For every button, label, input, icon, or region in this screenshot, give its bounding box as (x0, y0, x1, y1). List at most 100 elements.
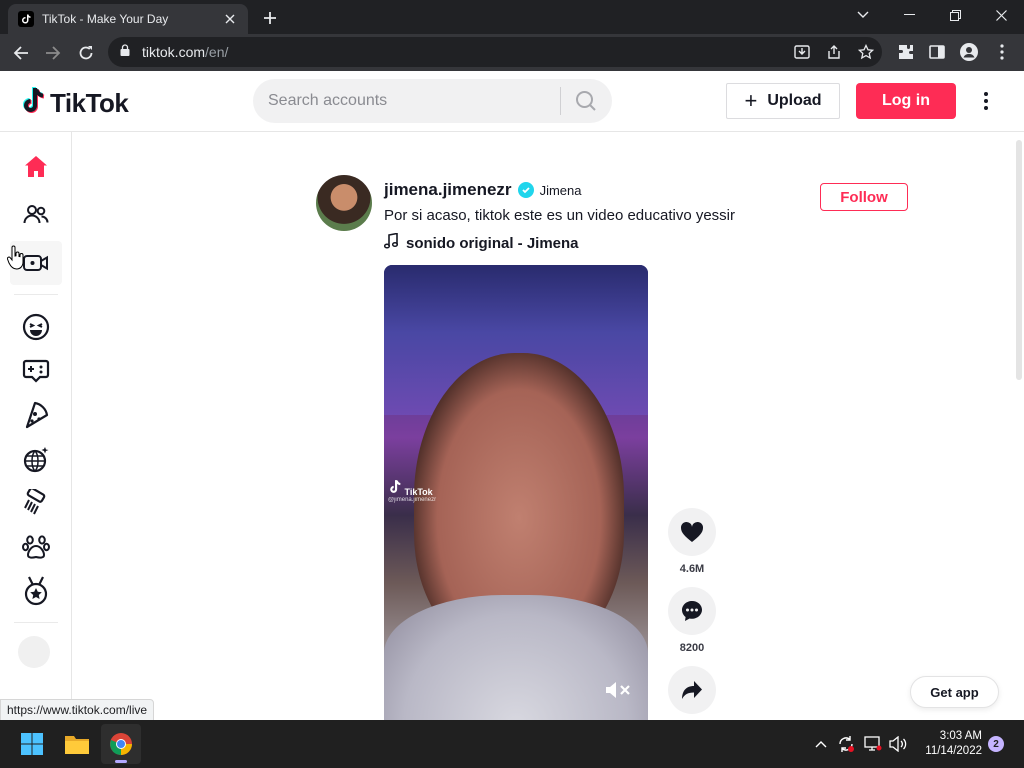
notification-badge[interactable]: 2 (988, 736, 1004, 752)
more-options-icon[interactable] (976, 89, 996, 113)
address-bar[interactable]: tiktok.com/en/ (108, 37, 882, 67)
verified-badge-icon (517, 182, 534, 198)
share-arrow-icon (682, 681, 702, 699)
share-button[interactable] (668, 666, 716, 714)
browser-title-bar: TikTok - Make Your Day (0, 0, 1024, 34)
link-status-bar: https://www.tiktok.com/live (0, 699, 155, 721)
plus-icon: + (744, 88, 758, 113)
sidebar-divider (14, 294, 58, 295)
chrome-logo-icon (110, 733, 132, 755)
watermark-handle: @jimena.jimenezr (388, 497, 437, 503)
live-icon (23, 255, 48, 271)
sidebar-placeholder-avatar (18, 636, 50, 668)
chrome-taskbar-button[interactable] (101, 724, 141, 764)
share-icon[interactable] (824, 42, 844, 62)
page-scrollbar[interactable] (1016, 140, 1022, 380)
sidebar-item-gaming[interactable] (10, 349, 62, 393)
search-input[interactable] (268, 92, 558, 110)
sidebar-item-animals[interactable] (10, 525, 62, 569)
url-text: tiktok.com/en/ (142, 44, 229, 60)
search-bar (253, 79, 612, 123)
close-window-button[interactable] (978, 0, 1024, 30)
sidebar-item-following[interactable] (10, 193, 62, 237)
network-icon[interactable] (863, 734, 883, 754)
muted-volume-icon[interactable] (604, 680, 632, 700)
comment-icon (682, 601, 702, 621)
music-title: sonido original - Jimena (406, 234, 579, 252)
music-note-icon (383, 232, 399, 253)
author-username[interactable]: jimena.jimenezr (384, 180, 512, 200)
mouse-cursor-hand-icon (7, 245, 24, 270)
back-icon[interactable] (8, 40, 34, 66)
chrome-menu-icon[interactable] (992, 42, 1012, 62)
post-caption: Por si acaso, tiktok este es un video ed… (384, 207, 736, 224)
tiktok-logo-icon (20, 86, 46, 121)
video-player[interactable]: TikTok @jimena.jimenezr (384, 265, 648, 720)
tiktok-favicon-icon (18, 11, 34, 27)
sidebar-item-beauty[interactable] (10, 481, 62, 525)
comedy-icon (22, 313, 50, 341)
bookmark-star-icon[interactable] (856, 42, 876, 62)
minimize-button[interactable] (886, 0, 932, 30)
browser-toolbar: tiktok.com/en/ (0, 34, 1024, 71)
like-count: 4.6M (679, 563, 705, 575)
watermark-tiktok-icon (390, 480, 401, 493)
sidebar-item-home[interactable] (10, 145, 62, 189)
music-link[interactable]: sonido original - Jimena (383, 232, 579, 253)
sidebar-item-sports[interactable] (10, 569, 62, 613)
login-button[interactable]: Log in (856, 83, 956, 119)
comment-count: 8200 (679, 642, 705, 654)
follow-button[interactable]: Follow (820, 183, 908, 211)
video-watermark: TikTok @jimena.jimenezr (388, 479, 436, 503)
logo-wordmark: TikTok (50, 88, 129, 118)
side-panel-icon[interactable] (927, 42, 947, 62)
clock-time: 3:03 AM (939, 730, 982, 742)
tray-overflow-icon[interactable] (811, 734, 831, 754)
reload-icon[interactable] (73, 40, 99, 66)
restore-button[interactable] (932, 0, 978, 30)
upload-label: Upload (767, 92, 822, 109)
forward-icon[interactable] (40, 40, 66, 66)
author-avatar[interactable] (316, 175, 372, 231)
sidebar-item-comedy[interactable] (10, 305, 62, 349)
sidebar-item-food[interactable] (10, 393, 62, 437)
extensions-icon[interactable] (896, 42, 916, 62)
dance-icon (23, 447, 49, 473)
gaming-icon (22, 359, 50, 383)
sidebar (0, 132, 72, 720)
search-icon[interactable] (561, 79, 611, 123)
sync-status-icon[interactable] (836, 734, 856, 754)
sidebar-item-dance[interactable] (10, 437, 62, 481)
beauty-icon (24, 489, 46, 515)
active-app-indicator (115, 760, 127, 763)
watermark-brand: TikTok (404, 487, 433, 497)
tiktok-logo[interactable]: TikTok (20, 86, 129, 121)
author-name-row[interactable]: jimena.jimenezr Jimena (384, 180, 581, 200)
author-nickname: Jimena (539, 182, 582, 198)
start-button[interactable] (12, 724, 52, 764)
animals-icon (22, 535, 50, 559)
lock-icon (120, 43, 130, 61)
like-button[interactable] (668, 508, 716, 556)
tiktok-header: TikTok + Upload Log in (0, 71, 1024, 132)
upload-button[interactable]: + Upload (726, 83, 840, 119)
browser-tab[interactable]: TikTok - Make Your Day (8, 4, 248, 34)
volume-icon[interactable] (888, 734, 908, 754)
system-clock[interactable]: 3:03 AM 11/14/2022 (910, 729, 982, 759)
profile-icon[interactable] (959, 42, 979, 62)
get-app-button[interactable]: Get app (910, 676, 999, 708)
new-tab-button[interactable] (258, 6, 282, 30)
heart-icon (680, 521, 704, 542)
install-app-icon[interactable] (792, 42, 812, 62)
tab-search-icon[interactable] (840, 0, 886, 30)
windows-taskbar: 3:03 AM 11/14/2022 2 (0, 720, 1024, 768)
comment-button[interactable] (668, 587, 716, 635)
home-icon (25, 156, 47, 177)
tab-close-icon[interactable] (222, 11, 238, 27)
file-explorer-button[interactable] (57, 724, 97, 764)
tab-title: TikTok - Make Your Day (42, 12, 169, 26)
sidebar-divider-bottom (14, 622, 58, 623)
folder-icon (65, 736, 89, 754)
windows-logo-icon (21, 733, 43, 755)
sports-icon (24, 576, 48, 606)
